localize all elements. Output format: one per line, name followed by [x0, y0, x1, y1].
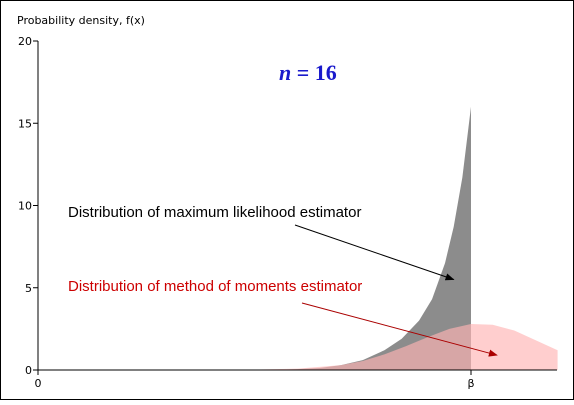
y-tick-label: 5: [25, 282, 32, 295]
title-rest: = 16: [291, 60, 337, 85]
title-n: n: [279, 60, 291, 85]
chart-title: n = 16: [279, 60, 337, 85]
x-ticks: 0β: [35, 370, 475, 390]
chart-container: Probability density, f(x) 0 5 10 15 20 0β n …: [0, 0, 574, 400]
annotation-mom: Distribution of method of moments estima…: [68, 278, 362, 295]
density-chart: Probability density, f(x) 05101520 0β n …: [0, 0, 574, 400]
x-tick-label: β: [467, 377, 474, 390]
y-tick-label: 15: [18, 117, 32, 130]
annotation-mle-arrow: [294, 224, 455, 281]
y-axis-label: Probability density, f(x): [17, 14, 145, 27]
y-ticks: 0 5 10 15 20: [18, 35, 38, 377]
y-tick-label: 20: [18, 35, 32, 48]
series-layer: [211, 106, 558, 371]
annotation-mle: Distribution of maximum likelihood estim…: [68, 204, 361, 221]
mle-density-area: [254, 106, 471, 371]
mom-density-area: [211, 323, 558, 370]
x-tick-label: 0: [35, 377, 42, 390]
y-tick-label: 0: [25, 364, 32, 377]
y-tick-label: 10: [18, 200, 32, 213]
